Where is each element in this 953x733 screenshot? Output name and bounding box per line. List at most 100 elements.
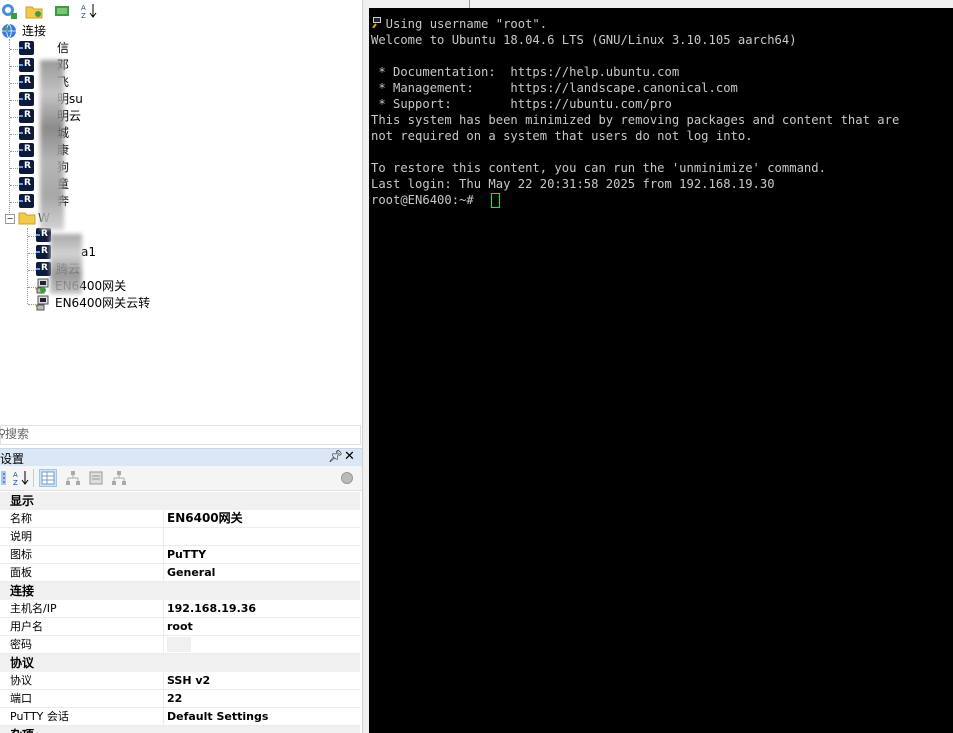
session-label: 信 <box>57 41 70 55</box>
property-row-icon[interactable]: 图标 PuTTY <box>0 546 360 564</box>
terminal-prompt: root@EN6400:~# <box>371 193 482 207</box>
property-value[interactable]: EN6400网关 <box>167 510 243 527</box>
terminal-line: This system has been minimized by removi… <box>371 113 900 127</box>
tree-connector <box>10 134 18 135</box>
putty-session-icon <box>19 39 34 56</box>
property-key: 用户名 <box>10 620 43 633</box>
tree-connector <box>10 49 18 50</box>
tree-connector <box>10 151 18 152</box>
new-folder-icon[interactable] <box>25 2 43 20</box>
globe-icon <box>2 23 16 39</box>
category-protocol[interactable]: 协议 <box>0 654 360 672</box>
svg-text:A: A <box>81 4 86 12</box>
tree-connector <box>10 185 18 186</box>
default-settings-icon[interactable] <box>88 469 106 487</box>
tree-connector <box>10 83 18 84</box>
property-key: 端口 <box>10 692 32 705</box>
properties-title: 设置 <box>0 452 25 466</box>
toolbar-divider <box>33 469 34 487</box>
connection-panel: AZ 连接 信 邓 飞 明su 明云 城 康 狗 童 <box>0 0 362 733</box>
tree-connector <box>28 253 36 254</box>
password-mask <box>167 637 191 652</box>
terminal-line: To restore this content, you can run the… <box>371 161 826 175</box>
putty-session-icon <box>36 226 51 243</box>
property-row-panel[interactable]: 面板 General <box>0 564 360 582</box>
properties-view-icon[interactable] <box>39 469 57 487</box>
terminal-line: * Documentation: https://help.ubuntu.com <box>371 65 680 79</box>
property-grid: 显示 名称 EN6400网关 说明 图标 PuTTY 面板 General 连接 主机… <box>0 492 362 733</box>
tree-connector <box>10 202 18 203</box>
property-key: 说明 <box>10 530 32 543</box>
connection-tree: 连接 信 邓 飞 明su 明云 城 康 狗 童 奔 − <box>0 22 362 422</box>
folder-icon <box>18 212 36 225</box>
category-misc[interactable]: 杂项 <box>0 726 360 733</box>
svg-text:Z: Z <box>13 479 18 487</box>
properties-toolbar: AZ <box>0 466 362 491</box>
new-connection-icon[interactable] <box>0 2 18 20</box>
search-icon: ⚲ <box>0 427 7 440</box>
terminal-line: Welcome to Ubuntu 18.04.6 LTS (GNU/Linux… <box>371 33 797 47</box>
inheritance-icon[interactable] <box>110 469 128 487</box>
putty-session-icon <box>19 73 34 90</box>
terminal-line: * Management: https://landscape.canonica… <box>371 81 738 95</box>
putty-session-icon <box>36 243 51 260</box>
connection-group-icon[interactable] <box>53 2 71 20</box>
property-value[interactable]: Default Settings <box>167 708 268 725</box>
connections-toolbar: AZ <box>0 0 362 22</box>
tree-connector <box>27 228 28 304</box>
close-icon[interactable]: ✕ <box>344 449 355 464</box>
terminal-cursor <box>491 193 500 208</box>
property-row-protocol[interactable]: 协议 SSH v2 <box>0 672 360 690</box>
putty-session-icon <box>19 141 34 158</box>
tree-connector <box>10 168 18 169</box>
property-key: 面板 <box>10 566 32 579</box>
property-value[interactable]: 22 <box>167 690 182 707</box>
collapse-icon[interactable]: − <box>5 214 15 224</box>
property-key: 名称 <box>10 512 32 525</box>
terminal-line: not required on a system that users do n… <box>371 129 753 143</box>
property-row-putty-session[interactable]: PuTTY 会话 Default Settings <box>0 708 360 726</box>
property-row-name[interactable]: 名称 EN6400网关 <box>0 510 360 528</box>
property-value[interactable]: 192.168.19.36 <box>167 600 256 617</box>
properties-header: 设置 📌︎ ✕ <box>0 448 362 467</box>
sort-ascending-icon[interactable]: AZ <box>80 2 98 20</box>
property-value[interactable]: General <box>167 564 215 581</box>
search-box[interactable]: ⚲ <box>0 425 361 445</box>
tree-connector <box>10 117 18 118</box>
terminal-window[interactable]: Using username "root". Welcome to Ubuntu… <box>369 8 953 733</box>
putty-session-icon <box>36 260 51 277</box>
redacted-area <box>40 60 64 230</box>
terminal-line: * Support: https://ubuntu.com/pro <box>371 97 672 111</box>
terminal-line: Using username "root". <box>371 17 548 31</box>
property-row-username[interactable]: 用户名 root <box>0 618 360 636</box>
pin-icon[interactable]: 📌︎ <box>328 449 343 463</box>
terminal-line: Last login: Thu May 22 20:31:58 2025 fro… <box>371 177 775 191</box>
tree-connector <box>28 270 36 271</box>
tab-divider <box>469 0 470 8</box>
putty-session-icon <box>19 175 34 192</box>
property-key: 协议 <box>10 674 32 687</box>
property-key: 主机名/IP <box>10 602 57 615</box>
property-row-password[interactable]: 密码 <box>0 636 360 654</box>
tree-root-label: 连接 <box>22 24 47 38</box>
putty-session-icon <box>19 56 34 73</box>
tree-connector <box>10 66 18 67</box>
svg-text:A: A <box>13 471 18 479</box>
putty-terminal-icon <box>35 278 49 294</box>
putty-session-icon <box>19 192 34 209</box>
category-display[interactable]: 显示 <box>0 492 360 510</box>
sort-alphabetical-icon[interactable]: AZ <box>12 469 30 487</box>
property-value[interactable]: PuTTY <box>167 546 206 563</box>
property-value[interactable]: SSH v2 <box>167 672 210 689</box>
connection-tree-view-icon[interactable] <box>64 469 82 487</box>
tree-connector <box>10 100 18 101</box>
property-row-port[interactable]: 端口 22 <box>0 690 360 708</box>
property-key: 密码 <box>10 638 32 651</box>
session-label: a1 <box>81 245 96 259</box>
property-value[interactable]: root <box>167 618 193 635</box>
property-row-hostname[interactable]: 主机名/IP 192.168.19.36 <box>0 600 360 618</box>
property-key: PuTTY 会话 <box>10 710 69 723</box>
search-input[interactable] <box>1 426 345 442</box>
property-row-description[interactable]: 说明 <box>0 528 360 546</box>
category-connection[interactable]: 连接 <box>0 582 360 600</box>
